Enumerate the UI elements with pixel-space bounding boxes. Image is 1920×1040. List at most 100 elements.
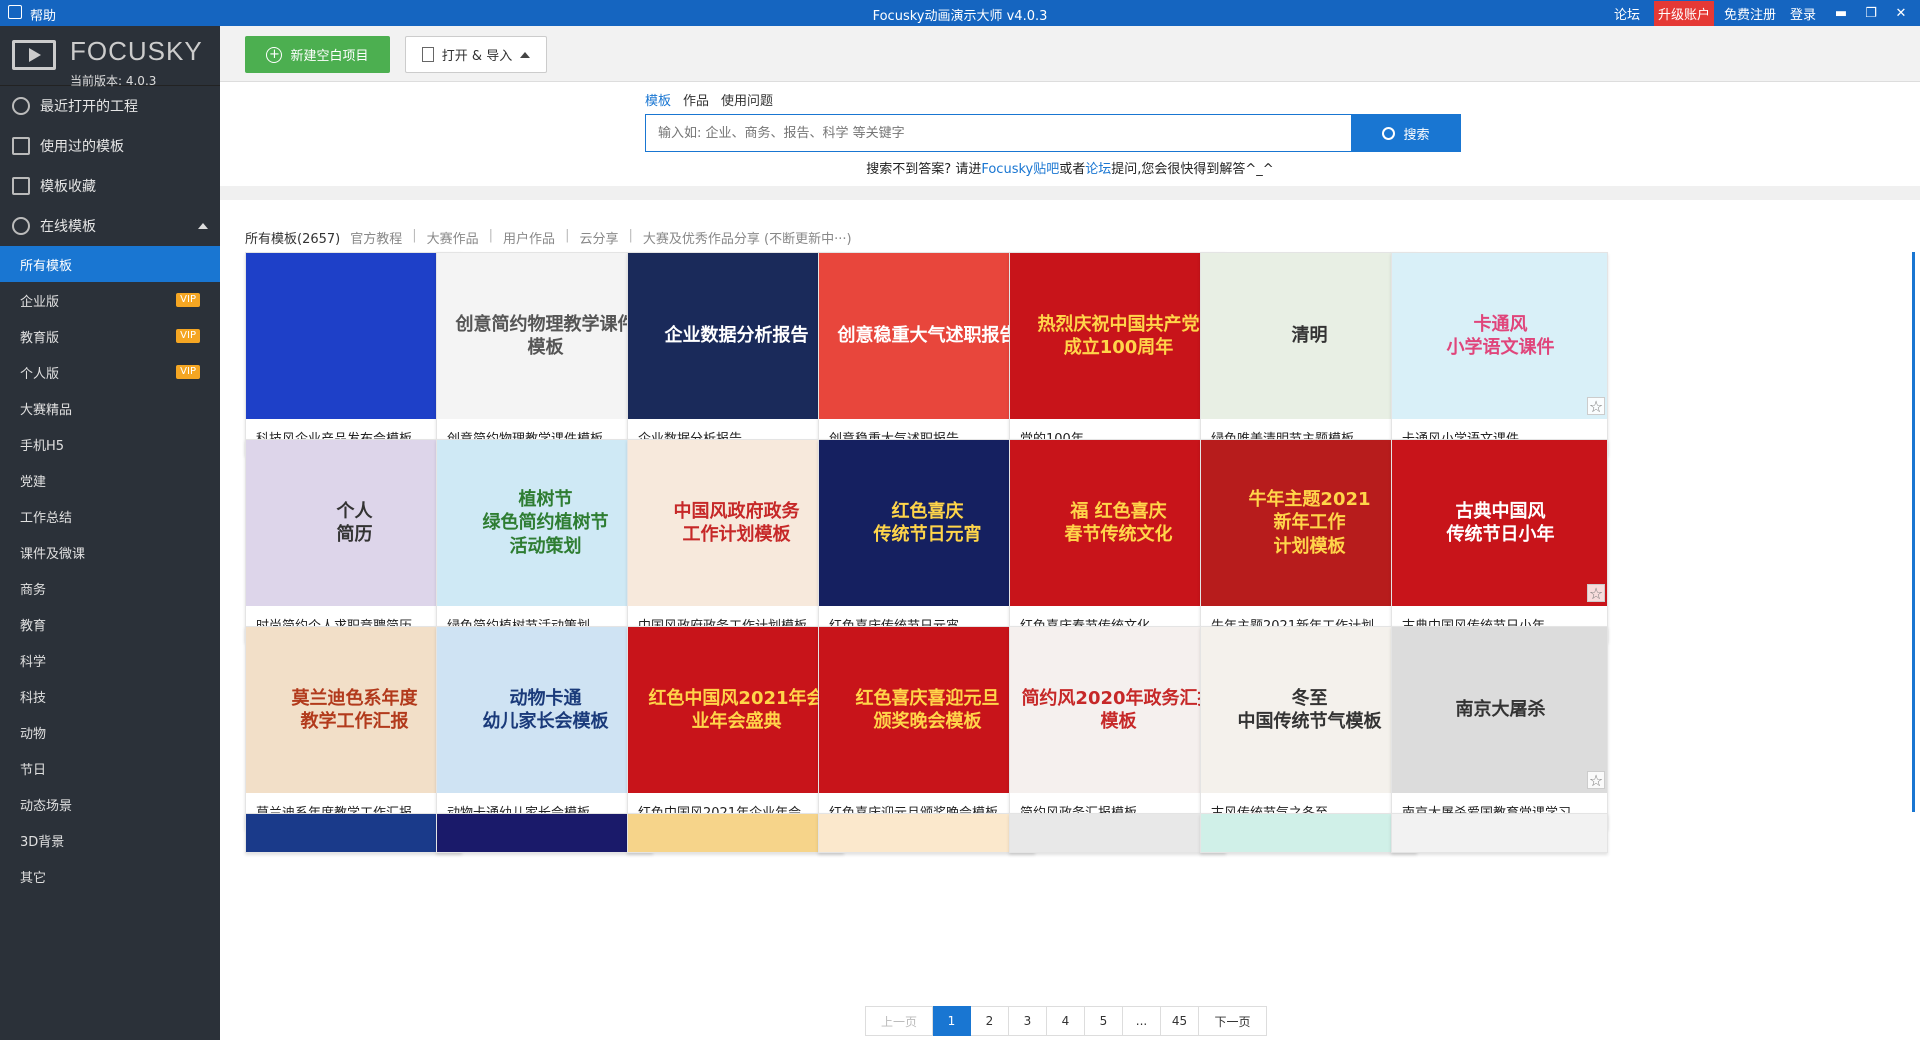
template-thumbnail[interactable]: 莫兰迪色系年度 教学工作汇报☆ [246,627,461,793]
template-card[interactable]: 红色喜庆喜迎元旦 颁奖晚会模板☆红色喜庆迎元旦颁奖晚会模板 [818,626,1035,829]
new-blank-project-button[interactable]: + 新建空白项目 [245,36,390,73]
template-card-partial[interactable] [1391,813,1608,853]
sidebar-item[interactable]: 大赛精品 [0,390,220,426]
template-thumbnail[interactable]: 企业数据分析报告☆ [628,253,843,419]
template-card[interactable]: 福 红色喜庆 春节传统文化☆红色喜庆春节传统文化 [1009,439,1226,642]
template-thumbnail[interactable]: 热烈庆祝中国共产党 成立100周年☆ [1010,253,1225,419]
sidebar-item[interactable]: 其它 [0,858,220,894]
template-card[interactable]: 企业数据分析报告☆企业数据分析报告 [627,252,844,455]
template-card[interactable]: 古典中国风 传统节日小年☆古典中国风传统节日小年 [1391,439,1608,642]
template-thumbnail[interactable]: 植树节 绿色简约植树节 活动策划☆ [437,440,652,606]
sidebar-item[interactable]: 教育版 VIP [0,318,220,354]
filter-tab[interactable]: 大赛及优秀作品分享 (不断更新中···) [643,228,852,247]
restore-icon[interactable]: ❐ [1860,6,1882,21]
template-thumbnail[interactable]: 红色喜庆喜迎元旦 颁奖晚会模板☆ [819,627,1034,793]
sidebar-item[interactable]: 工作总结 [0,498,220,534]
scrollbar[interactable] [1912,252,1915,812]
template-card-partial[interactable] [818,813,1035,853]
template-thumbnail[interactable]: 卡通风 小学语文课件 ☆ [1392,253,1607,419]
sidebar-item[interactable]: 教育 [0,606,220,642]
search-tab-templates[interactable]: 模板 [645,90,671,109]
favorite-star-icon[interactable]: ☆ [1587,771,1605,790]
sidebar-item[interactable]: 动物 [0,714,220,750]
register-link[interactable]: 免费注册 [1724,4,1776,23]
template-card[interactable]: 牛年主题2021 新年工作 计划模板☆牛年主题2021新年工作计划... [1200,439,1417,642]
template-thumbnail[interactable]: 中国风政府政务 工作计划模板☆ [628,440,843,606]
search-tab-works[interactable]: 作品 [683,90,709,109]
template-card-partial[interactable] [245,813,462,853]
search-tab-faq[interactable]: 使用问题 [721,90,773,109]
sidebar-online-templates[interactable]: 在线模板 [0,206,220,246]
template-thumbnail[interactable]: 古典中国风 传统节日小年 ☆ [1392,440,1607,606]
template-thumbnail[interactable]: 简约风2020年政务汇报模板☆ [1010,627,1225,793]
page-button[interactable]: 4 [1047,1006,1085,1036]
template-card-partial[interactable] [1009,813,1226,853]
sidebar-item[interactable]: 科技 [0,678,220,714]
template-thumbnail[interactable]: 创意简约物理教学课件模板☆ [437,253,652,419]
template-card[interactable]: 南京大屠杀☆南京大屠杀爱国教育党课学习 [1391,626,1608,829]
template-thumbnail[interactable]: 个人 简历☆ [246,440,461,606]
filter-tab[interactable]: 大赛作品 [427,228,479,247]
open-import-button[interactable]: 打开 & 导入 [405,36,547,73]
sidebar-item[interactable]: 党建 [0,462,220,498]
template-card-partial[interactable] [1200,813,1417,853]
template-card-partial[interactable] [627,813,844,853]
tieba-link[interactable]: Focusky贴吧 [981,162,1059,177]
template-card[interactable]: 清明☆绿色唯美清明节主题模板 [1200,252,1417,455]
forum-link[interactable]: 论坛 [1614,4,1640,23]
filter-tab[interactable]: 用户作品 [503,228,555,247]
prev-page-button[interactable]: 上一页 [865,1006,933,1036]
template-card[interactable]: 个人 简历☆时尚简约个人求职竞聘简历 [245,439,462,642]
sidebar-item[interactable]: 动态场景 [0,786,220,822]
template-card[interactable]: ☆科技风企业产品发布会模板 [245,252,462,455]
search-input[interactable] [646,115,1386,151]
sidebar-item[interactable]: 科学 [0,642,220,678]
template-card[interactable]: 创意稳重大气述职报告☆创意稳重大气述职报告 [818,252,1035,455]
template-thumbnail[interactable]: 红色喜庆 传统节日元宵☆ [819,440,1034,606]
template-thumbnail[interactable]: 动物卡通 幼儿家长会模板☆ [437,627,652,793]
page-button[interactable]: 45 [1161,1006,1199,1036]
page-button[interactable]: ... [1123,1006,1161,1036]
template-card[interactable]: 动物卡通 幼儿家长会模板☆动物卡通幼儿家长会模板 [436,626,653,829]
filter-tab[interactable]: 所有模板(2657) [245,228,340,247]
template-card-partial[interactable] [436,813,653,853]
template-card[interactable]: 简约风2020年政务汇报模板☆简约风政务汇报模板 [1009,626,1226,829]
sidebar-recent-projects[interactable]: 最近打开的工程 [0,86,220,126]
template-card[interactable]: 植树节 绿色简约植树节 活动策划☆绿色简约植树节活动策划 [436,439,653,642]
filter-tab[interactable]: 云分享 [579,228,618,247]
sidebar-item[interactable]: 所有模板 [0,246,220,282]
sidebar-item[interactable]: 节日 [0,750,220,786]
search-button[interactable]: 搜索 [1351,114,1461,152]
template-thumbnail[interactable]: 南京大屠杀 ☆ [1392,627,1607,793]
template-thumbnail[interactable]: 创意稳重大气述职报告☆ [819,253,1034,419]
template-card[interactable]: 卡通风 小学语文课件☆卡通风小学语文课件 [1391,252,1608,455]
sidebar-item[interactable]: 课件及微课 [0,534,220,570]
page-button[interactable]: 1 [933,1006,971,1036]
template-card[interactable]: 创意简约物理教学课件模板☆创意简约物理教学课件模板 [436,252,653,455]
template-card[interactable]: 冬至 中国传统节气模板☆古风传统节气之冬至 [1200,626,1417,829]
template-card[interactable]: 中国风政府政务 工作计划模板☆中国风政府政务工作计划模板 [627,439,844,642]
template-thumbnail[interactable]: ☆ [246,253,461,419]
template-card[interactable]: 红色中国风2021年会 业年会盛典☆红色中国风2021年企业年会... [627,626,844,829]
sidebar-used-templates[interactable]: 使用过的模板 [0,126,220,166]
template-thumbnail[interactable]: 清明☆ [1201,253,1416,419]
close-icon[interactable]: ✕ [1890,6,1912,21]
next-page-button[interactable]: 下一页 [1199,1006,1267,1036]
minimize-icon[interactable]: ▬ [1830,6,1852,21]
template-thumbnail[interactable]: 牛年主题2021 新年工作 计划模板☆ [1201,440,1416,606]
sidebar-item[interactable]: 商务 [0,570,220,606]
template-card[interactable]: 热烈庆祝中国共产党 成立100周年☆党的100年 [1009,252,1226,455]
page-button[interactable]: 2 [971,1006,1009,1036]
login-link[interactable]: 登录 [1790,4,1816,23]
forum-hint-link[interactable]: 论坛 [1085,162,1111,177]
page-button[interactable]: 3 [1009,1006,1047,1036]
sidebar-item[interactable]: 3D背景 [0,822,220,858]
sidebar-template-favorites[interactable]: 模板收藏 [0,166,220,206]
template-card[interactable]: 红色喜庆 传统节日元宵☆红色喜庆传统节日元宵 [818,439,1035,642]
template-thumbnail[interactable]: 红色中国风2021年会 业年会盛典☆ [628,627,843,793]
upgrade-account-button[interactable]: 升级账户 [1653,0,1714,26]
collapse-caret-icon[interactable] [198,223,208,229]
favorite-star-icon[interactable]: ☆ [1587,584,1605,603]
favorite-star-icon[interactable]: ☆ [1587,397,1605,416]
sidebar-item[interactable]: 个人版 VIP [0,354,220,390]
